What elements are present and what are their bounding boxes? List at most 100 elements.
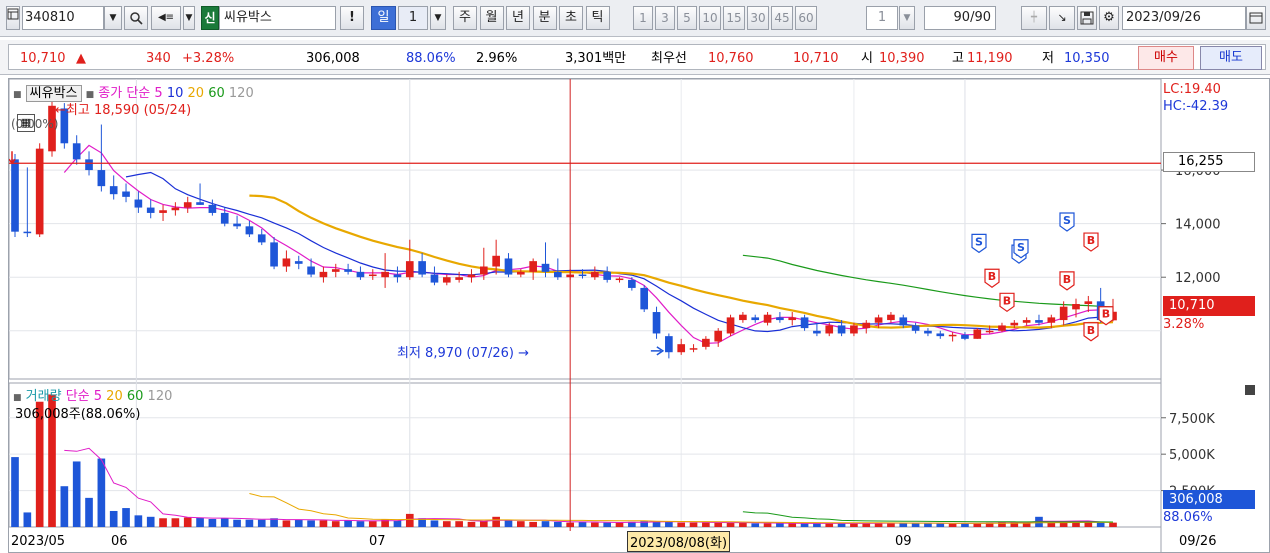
minute-tab-15[interactable]: 15 (723, 6, 745, 30)
period-count-input[interactable]: 1 (398, 6, 428, 30)
minute-tab-label: 3 (661, 11, 669, 25)
volume-bar (541, 521, 550, 527)
date-input[interactable]: 2023/09/26 (1122, 6, 1246, 30)
volume-legend: ■ 거래량 단순 5 20 60 120 (13, 385, 172, 404)
candle-body (998, 325, 1006, 331)
candle-body (72, 143, 81, 160)
cursor-date-tag: 2023/08/08(화) (627, 531, 731, 552)
alert-button[interactable]: ! (340, 6, 364, 30)
candle-body (344, 269, 352, 272)
minute-tab-label: 5 (683, 11, 691, 25)
volume-bar (60, 486, 69, 527)
period-tab-4[interactable]: 초 (559, 6, 583, 30)
vol-ma20-label: 20 (106, 389, 123, 404)
moving-averages (63, 144, 1114, 524)
sell-button[interactable]: 매도 (1200, 46, 1262, 70)
period-tab-3[interactable]: 분 (532, 6, 557, 30)
period-tab-2[interactable]: 년 (506, 6, 530, 30)
candle-body (726, 317, 735, 334)
tick-value-input[interactable]: 1 (866, 6, 898, 30)
minute-tab-3[interactable]: 3 (655, 6, 675, 30)
chart-type-button[interactable]: ┿ (1021, 6, 1047, 30)
period-tab-5[interactable]: 틱 (585, 6, 610, 30)
ma120-label: 120 (228, 86, 254, 101)
gear-icon: ⚙ (1103, 10, 1115, 25)
period-tab-0[interactable]: 주 (453, 6, 477, 30)
candle-body (270, 242, 278, 267)
high-price: 11,190 (967, 51, 1013, 66)
volume-bar (171, 518, 180, 527)
tick-dropdown[interactable]: ▼ (899, 6, 915, 30)
candle-body (887, 314, 895, 321)
high-arrow (8, 151, 16, 165)
stock-code-input[interactable]: 340810 (22, 6, 104, 30)
volume-bar (183, 517, 192, 527)
count-input[interactable]: 90/90 (924, 6, 996, 30)
signal-label: B (1087, 324, 1095, 337)
volume-bar (405, 513, 414, 527)
best-quote-label: 최우선 (651, 51, 687, 66)
x-label-sep: 09 (895, 534, 912, 549)
candle-body (739, 314, 747, 321)
candle-body (1010, 322, 1019, 326)
stock-code-dropdown-button[interactable]: ▼ (104, 6, 122, 30)
signal-label: B (1102, 308, 1110, 321)
period-count-dropdown[interactable]: ▼ (430, 6, 446, 30)
low-marker: 최저 8,970 (07/26) → (397, 346, 530, 361)
candle-body (899, 317, 908, 326)
signal-label: B (1087, 234, 1095, 247)
search-icon (130, 12, 143, 25)
minute-tab-30[interactable]: 30 (747, 6, 769, 30)
badge-text: 신 (204, 11, 216, 25)
volume-bar (689, 522, 698, 527)
candle-body (307, 266, 315, 275)
layout-icon[interactable] (6, 6, 20, 30)
stock-name-field[interactable]: 씨유박스 (219, 6, 336, 30)
save-button[interactable] (1077, 6, 1097, 30)
candle-body (35, 148, 44, 235)
chart-area[interactable]: 12,00014,00016,0002,500K5,000K7,500K SBB… (8, 78, 1270, 553)
buy-signal-icon: B (1059, 271, 1075, 291)
period-day-button[interactable]: 일 (371, 6, 396, 30)
candle-body (689, 348, 698, 350)
volume-bar (591, 522, 599, 527)
period-count-value: 1 (408, 10, 418, 25)
candle-body (23, 231, 32, 234)
period-tab-1[interactable]: 월 (479, 6, 504, 30)
candle-body (615, 278, 624, 281)
left-pct-label: (0.00%) (11, 117, 59, 131)
minute-tab-60[interactable]: 60 (795, 6, 817, 30)
legend-square-icon: ■ (13, 90, 22, 100)
sound-button[interactable]: ◀≡ (151, 6, 181, 30)
sound-dropdown-button[interactable]: ▼ (183, 6, 195, 30)
candle-body (183, 202, 192, 208)
minute-tab-1[interactable]: 1 (633, 6, 653, 30)
buy-button[interactable]: 매수 (1138, 46, 1194, 70)
candle-body (862, 322, 871, 329)
panel-close-icon[interactable] (1245, 385, 1255, 395)
candle-body (159, 210, 167, 213)
calendar-button[interactable] (1246, 6, 1266, 30)
candle-body (677, 344, 686, 353)
trend-tool-button[interactable]: ↘ (1049, 6, 1075, 30)
candle-body (554, 271, 562, 278)
hc-label: HC:-42.39 (1163, 99, 1229, 114)
calendar-icon (1249, 12, 1263, 24)
high-marker: ←최고 18,590 (05/24) (55, 103, 192, 118)
volume-bar (220, 518, 229, 527)
minute-tab-10[interactable]: 10 (699, 6, 721, 30)
volume-bar (331, 521, 340, 527)
minute-tab-45[interactable]: 45 (771, 6, 793, 30)
search-button[interactable] (124, 6, 148, 30)
volume-bar (578, 521, 587, 527)
candle-body (331, 269, 340, 272)
settings-button[interactable]: ⚙ (1099, 6, 1119, 30)
volume-bar (763, 523, 772, 527)
volume-ratio: 88.06% (406, 51, 456, 66)
candle-body (257, 234, 266, 243)
minute-tab-5[interactable]: 5 (677, 6, 697, 30)
chevron-down-icon: ▼ (434, 13, 442, 23)
signal-label: S (1063, 214, 1071, 227)
candle-body (220, 212, 229, 224)
volume-panel-frame (8, 382, 1162, 528)
